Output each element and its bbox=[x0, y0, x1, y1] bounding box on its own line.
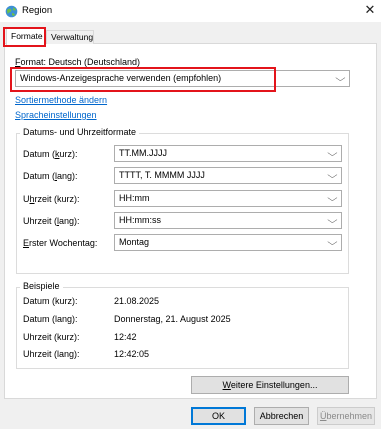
uhrzeit-lang-value: HH:mm:ss bbox=[119, 215, 161, 225]
datum-lang-combo[interactable]: TTTT, T. MMMM JJJJ ⌵ bbox=[114, 167, 342, 184]
erster-wochentag-value: Montag bbox=[119, 237, 150, 247]
chevron-down-icon: ⌵ bbox=[327, 193, 338, 203]
chevron-down-icon: ⌵ bbox=[327, 170, 338, 180]
language-settings-link[interactable]: Spracheinstellungen bbox=[15, 110, 97, 120]
window-title: Region bbox=[22, 5, 53, 16]
erster-wochentag-label: Erster Wochentag: bbox=[23, 238, 98, 248]
uhrzeit-kurz-combo[interactable]: HH:mm ⌵ bbox=[114, 190, 342, 207]
datum-lang-label: Datum (lang): bbox=[23, 171, 78, 181]
chevron-down-icon: ⌵ bbox=[335, 73, 346, 83]
apply-button[interactable]: Übernehmen bbox=[317, 407, 375, 425]
erster-wochentag-combo[interactable]: Montag ⌵ bbox=[114, 234, 342, 251]
chevron-down-icon: ⌵ bbox=[327, 237, 338, 247]
sort-method-link[interactable]: Sortiermethode ändern bbox=[15, 95, 107, 105]
globe-icon bbox=[5, 5, 18, 18]
uhrzeit-lang-label: Uhrzeit (lang): bbox=[23, 216, 80, 226]
title-bar bbox=[0, 0, 381, 22]
more-settings-button[interactable]: Weitere Einstellungen... bbox=[191, 376, 349, 394]
examples-group-title: Beispiele bbox=[20, 281, 63, 291]
uhrzeit-kurz-value: HH:mm bbox=[119, 193, 150, 203]
chevron-down-icon: ⌵ bbox=[327, 148, 338, 158]
cancel-button[interactable]: Abbrechen bbox=[254, 407, 309, 425]
example-uhrzeit-lang-value: 12:42:05 bbox=[114, 349, 150, 359]
tab-verwaltung[interactable]: Verwaltung bbox=[46, 30, 94, 44]
example-uhrzeit-lang-label: Uhrzeit (lang): bbox=[23, 349, 80, 359]
tab-highlight-box bbox=[3, 27, 46, 47]
example-datum-kurz-label: Datum (kurz): bbox=[23, 296, 78, 306]
uhrzeit-kurz-label: Uhrzeit (kurz): bbox=[23, 194, 80, 204]
uhrzeit-lang-combo[interactable]: HH:mm:ss ⌵ bbox=[114, 212, 342, 229]
chevron-down-icon: ⌵ bbox=[327, 215, 338, 225]
close-icon[interactable]: ✕ bbox=[361, 2, 379, 18]
ok-button[interactable]: OK bbox=[191, 407, 246, 425]
example-uhrzeit-kurz-value: 12:42 bbox=[114, 332, 137, 342]
format-label: Format: Deutsch (Deutschland) bbox=[15, 57, 141, 67]
example-datum-lang-label: Datum (lang): bbox=[23, 314, 78, 324]
example-datum-kurz-value: 21.08.2025 bbox=[114, 296, 160, 306]
datum-kurz-combo[interactable]: TT.MM.JJJJ ⌵ bbox=[114, 145, 342, 162]
datetime-group-title: Datums- und Uhrzeitformate bbox=[20, 127, 140, 137]
example-uhrzeit-kurz-label: Uhrzeit (kurz): bbox=[23, 332, 80, 342]
datum-kurz-value: TT.MM.JJJJ bbox=[119, 148, 167, 158]
example-datum-lang-value: Donnerstag, 21. August 2025 bbox=[114, 314, 231, 324]
format-highlight-box bbox=[10, 67, 276, 92]
datum-lang-value: TTTT, T. MMMM JJJJ bbox=[119, 170, 205, 180]
datum-kurz-label: Datum (kurz): bbox=[23, 149, 78, 159]
